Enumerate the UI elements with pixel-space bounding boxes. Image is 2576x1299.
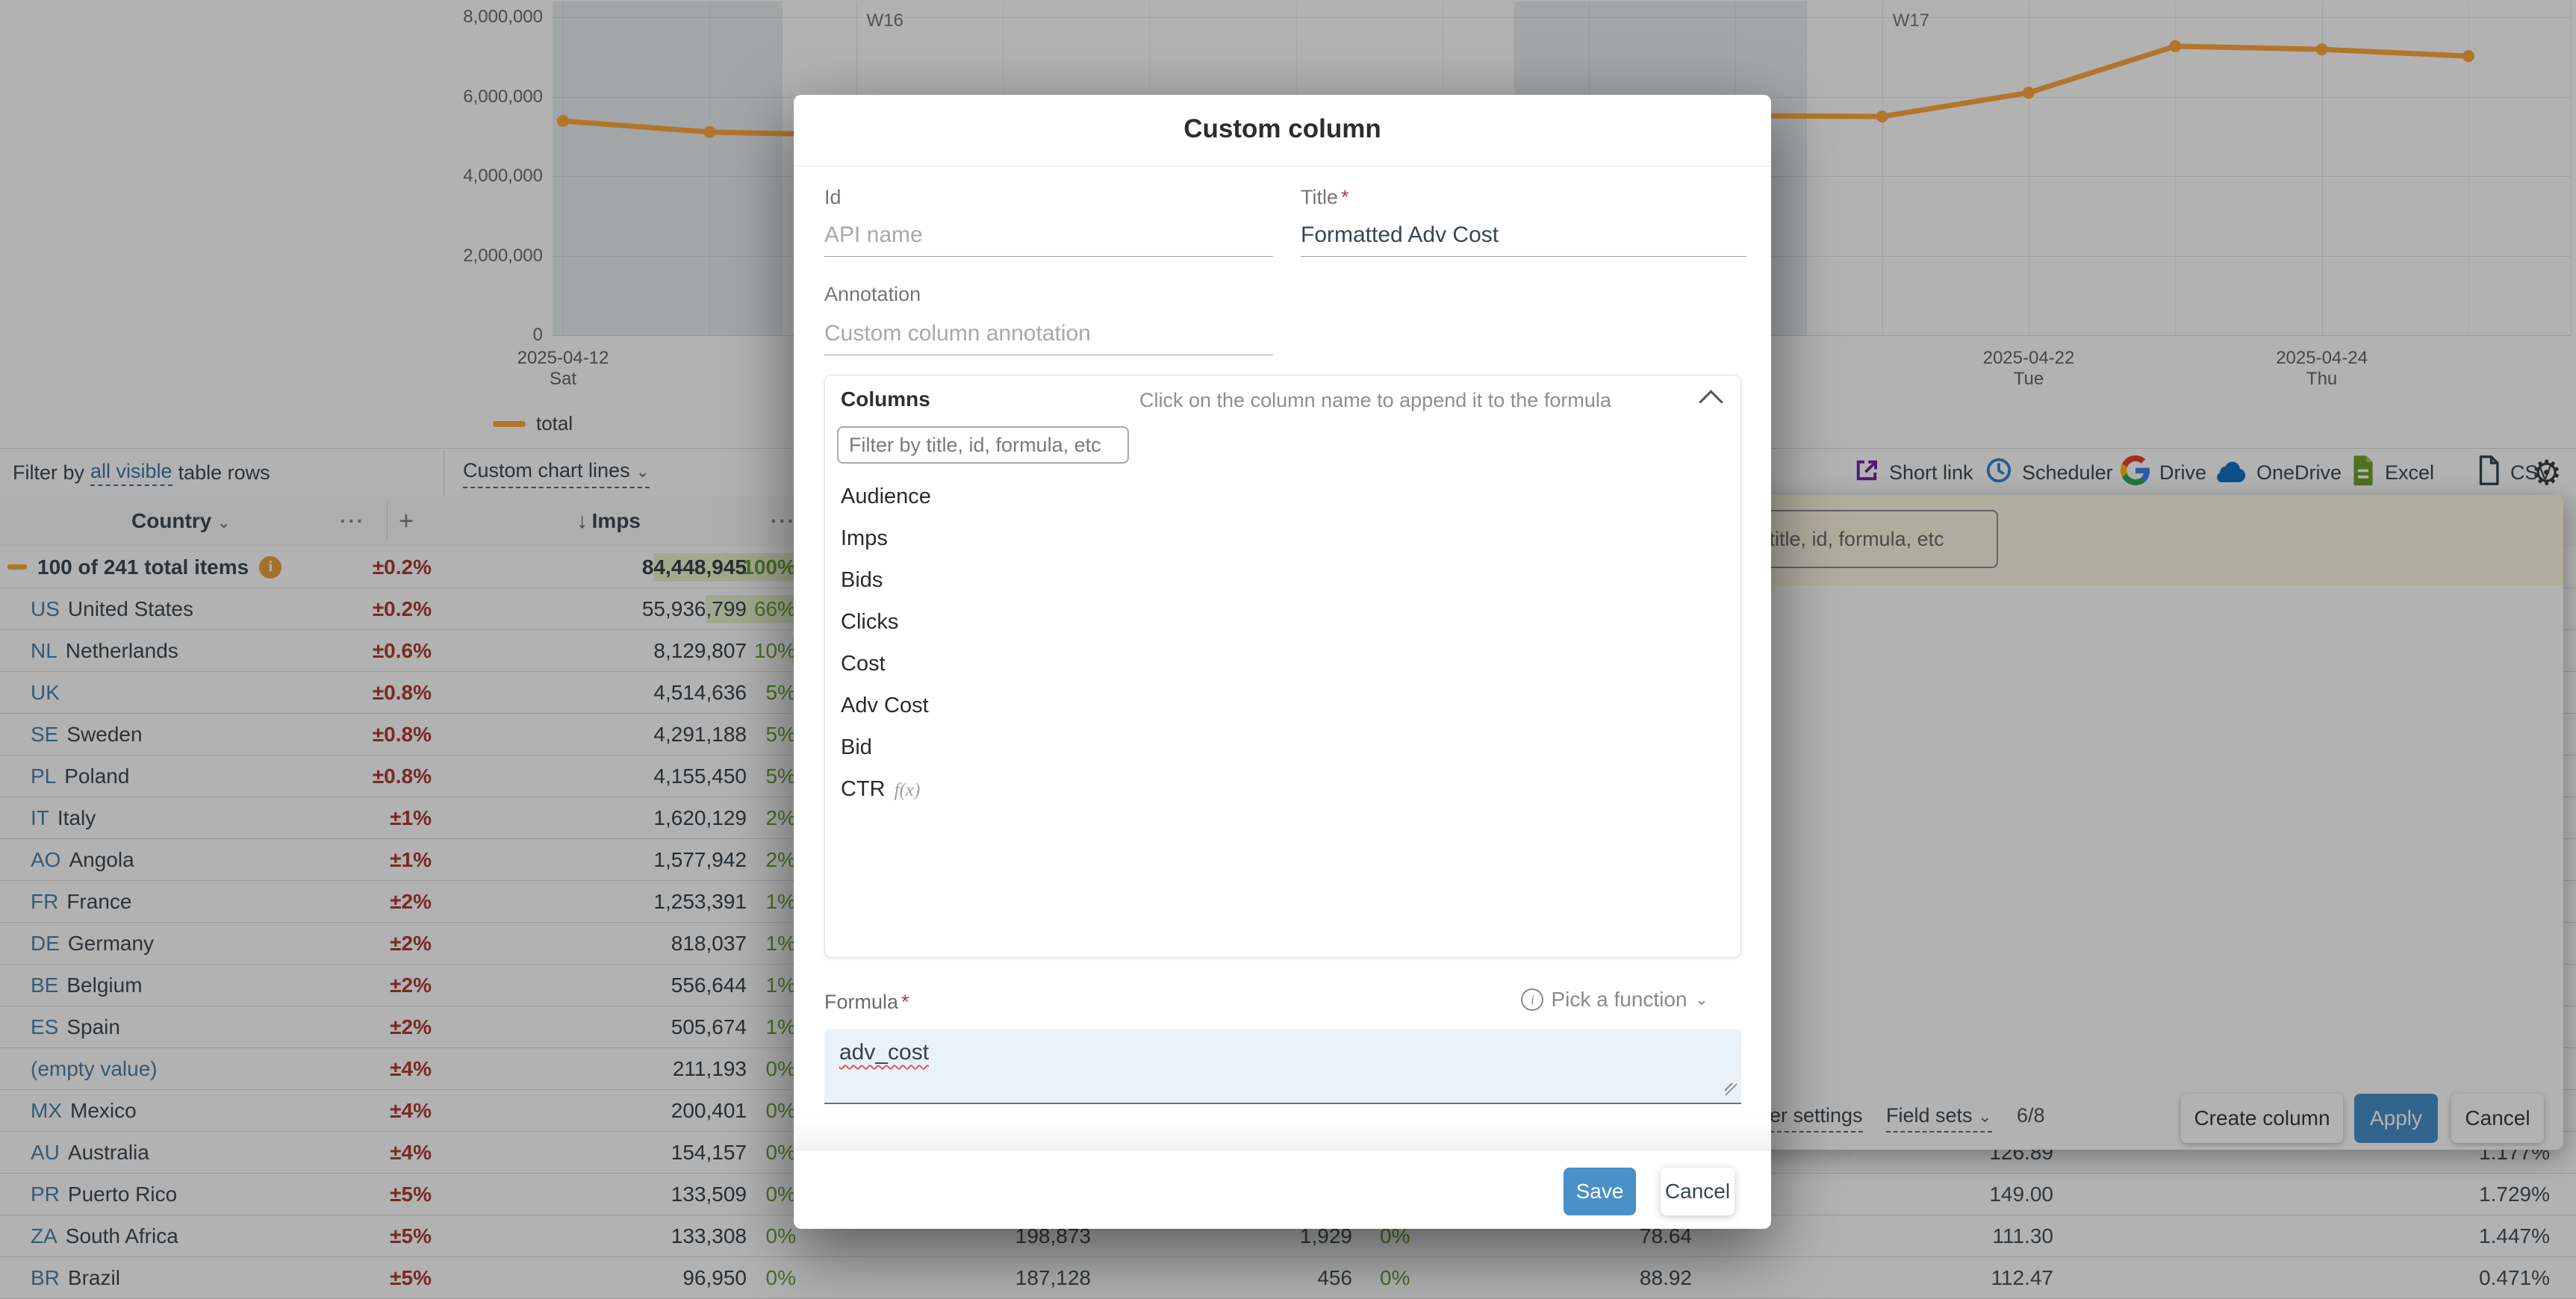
title-label: Title*: [1301, 186, 1349, 209]
column-item-name: Imps: [841, 526, 888, 550]
formula-input[interactable]: adv_cost: [824, 1029, 1741, 1104]
column-item-name: Audience: [841, 485, 931, 508]
column-item-name: CTR: [841, 777, 886, 801]
modal-title: Custom column: [794, 114, 1771, 144]
columns-filter-input[interactable]: [837, 426, 1129, 464]
save-button[interactable]: Save: [1564, 1168, 1636, 1215]
column-list-item[interactable]: CTR f(x): [825, 768, 1740, 810]
columns-hint: Click on the column name to append it to…: [1139, 389, 1611, 412]
pick-a-function-dropdown[interactable]: i Pick a function ⌄: [1521, 988, 1708, 1012]
title-input[interactable]: [1301, 214, 1746, 257]
id-input[interactable]: [824, 214, 1273, 257]
column-list-item[interactable]: Imps: [825, 517, 1740, 559]
page: 8,000,0006,000,0004,000,0002,000,0000W16…: [0, 0, 2576, 1299]
column-item-name: Adv Cost: [841, 694, 929, 717]
modal-cancel-button[interactable]: Cancel: [1661, 1168, 1735, 1215]
column-list-item[interactable]: Bids: [825, 559, 1740, 601]
custom-column-modal: Custom column Id Title* Annotation Colum…: [794, 95, 1771, 1229]
column-list-item[interactable]: Adv Cost: [825, 685, 1740, 726]
formula-value: adv_cost: [839, 1040, 929, 1065]
id-label: Id: [824, 186, 841, 209]
chevron-down-icon: ⌄: [1695, 990, 1708, 1009]
resize-handle[interactable]: [1725, 1083, 1737, 1095]
collapse-chevron-up-icon[interactable]: [1699, 390, 1723, 414]
annotation-label: Annotation: [824, 283, 921, 306]
annotation-input[interactable]: [824, 313, 1273, 355]
formula-label-text: Formula: [824, 991, 898, 1013]
column-item-name: Clicks: [841, 610, 898, 634]
title-label-text: Title: [1301, 186, 1338, 208]
required-asterisk: *: [1341, 186, 1349, 208]
column-item-name: Bid: [841, 735, 872, 759]
pick-a-function-label: Pick a function: [1551, 988, 1687, 1012]
column-item-name: Cost: [841, 652, 886, 676]
column-list-item[interactable]: Audience: [825, 476, 1740, 517]
formula-label: Formula*: [824, 991, 909, 1014]
column-list-item[interactable]: Cost: [825, 643, 1740, 685]
columns-list: Audience Imps Bids Clicks Cost Adv Cost Bid CTR…: [825, 476, 1740, 810]
footer-fade: [794, 1116, 1771, 1150]
fx-badge: f(x): [895, 780, 921, 800]
column-list-item[interactable]: Bid: [825, 726, 1740, 768]
required-asterisk: *: [901, 991, 909, 1013]
info-icon: i: [1521, 988, 1543, 1011]
column-list-item[interactable]: Clicks: [825, 601, 1740, 643]
columns-card: Columns Click on the column name to appe…: [824, 375, 1741, 958]
column-item-name: Bids: [841, 568, 883, 592]
columns-heading: Columns: [841, 387, 930, 411]
